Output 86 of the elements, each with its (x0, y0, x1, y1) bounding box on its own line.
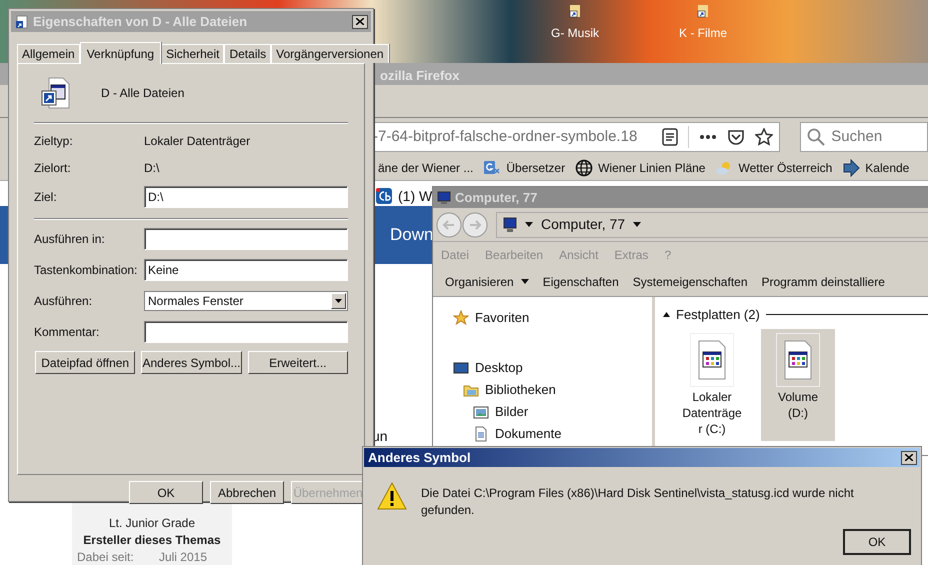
action-button[interactable]: Erweitert... (248, 351, 348, 374)
input-field[interactable]: Keine (144, 259, 348, 281)
pocket-icon (727, 129, 746, 145)
caret-icon (525, 222, 533, 227)
toolbar-button[interactable]: Systemeigenschaften (632, 272, 748, 290)
toolbar-button[interactable]: Programm deinstalliere (762, 272, 885, 290)
dialog-button[interactable]: Abbrechen (210, 481, 284, 504)
close-icon (905, 454, 913, 461)
shortcut-icon (569, 4, 581, 18)
role-text: Ersteller dieses Themas (83, 532, 221, 548)
drive-item[interactable]: Volume (D:) (761, 328, 835, 440)
tree-item[interactable]: Dokumente (473, 425, 652, 443)
ok-button[interactable]: OK (843, 529, 911, 555)
shortcut-icon (41, 77, 71, 109)
field-label: Ausführen: (34, 293, 94, 310)
bookmark-link[interactable]: Wiener Linien Pläne (598, 159, 706, 177)
close-button[interactable] (901, 450, 917, 464)
reader-view-icon (662, 128, 678, 146)
label-text: Dabei seit: (77, 549, 134, 565)
dropdown-field[interactable]: Normales Fenster (144, 291, 348, 311)
tree-item[interactable]: Favoriten (453, 309, 652, 327)
input-field[interactable] (144, 228, 348, 250)
date-text: Juli 2015 (158, 549, 208, 565)
field-value: Lokaler Datenträger (144, 133, 250, 150)
group-header[interactable]: Festplatten (2) (663, 305, 760, 324)
bookmark-link[interactable]: Übersetzer (506, 159, 566, 177)
tab[interactable]: Sicherheit (161, 44, 224, 63)
tab[interactable]: Vorgängerversionen (271, 44, 389, 63)
field-label: Kommentar: (34, 324, 100, 341)
bookmark-link[interactable]: äne der Wiener ... (378, 159, 474, 177)
caret-icon (633, 222, 642, 227)
globe-icon (575, 159, 594, 177)
drive-icon (776, 332, 820, 386)
close-icon (356, 18, 364, 25)
tree-item[interactable]: Desktop (453, 359, 652, 377)
shortcut-icon (697, 4, 709, 18)
bookmark-link[interactable]: Kalende (865, 159, 910, 177)
star-icon (453, 310, 469, 326)
search-field[interactable]: Suchen (800, 122, 928, 152)
desktop-icon-label[interactable]: G- Musik (551, 24, 599, 42)
field-value: D:\ (144, 160, 160, 177)
alert-message: Die Datei C:\Program Files (x86)\Hard Disk Sentinel\vista_statusg.icd wurde nicht gefunden. (421, 485, 855, 519)
dialog-button[interactable]: OK (129, 481, 203, 504)
shortcut-name: D - Alle Dateien (101, 85, 184, 102)
input-field[interactable] (144, 321, 348, 343)
caret-icon (520, 279, 529, 284)
drive-icon (690, 332, 734, 386)
action-button[interactable]: Anderes Symbol... (141, 351, 242, 374)
field-label: Zielort: (34, 160, 72, 177)
translate-icon (483, 159, 502, 177)
more-dots-icon (699, 134, 718, 140)
tab[interactable]: Verknüpfung (80, 42, 162, 64)
search-icon (807, 128, 826, 146)
address-bar[interactable]: Computer, 77 (496, 212, 928, 238)
rank-text: Lt. Junior Grade (108, 515, 196, 531)
tree-item[interactable]: Bibliotheken (463, 381, 652, 399)
warning-icon (377, 482, 407, 510)
banner-text[interactable]: Down (390, 222, 434, 248)
tab[interactable]: Details (224, 44, 272, 63)
window-title: Eigenschaften von D - Alle Dateien (33, 12, 248, 31)
caret-icon (335, 299, 342, 303)
triangle-icon (663, 312, 670, 318)
field-label: Ausführen in: (34, 231, 106, 248)
shortcut-icon (15, 14, 29, 28)
tree-item[interactable]: Bilder (473, 403, 652, 421)
toolbar-button[interactable]: Eigenschaften (542, 272, 619, 290)
desktop-icon (453, 360, 469, 376)
cb-logo-icon (376, 188, 392, 204)
picture-icon (473, 404, 489, 420)
input-field[interactable]: D:\ (144, 186, 348, 208)
toolbar-button[interactable]: Organisieren (445, 272, 529, 290)
arrow-icon (842, 159, 860, 177)
field-label: Zieltyp: (34, 133, 74, 150)
window-title: Anderes Symbol (368, 448, 472, 467)
bookmark-link[interactable]: Wetter Österreich (738, 159, 832, 177)
star-icon (755, 128, 774, 146)
field-label: Tastenkombination: (34, 262, 138, 279)
close-button[interactable] (352, 14, 368, 28)
action-button[interactable]: Dateipfad öffnen (35, 351, 136, 374)
computer-icon (437, 190, 451, 204)
window-title: ozilla Firefox (380, 67, 460, 85)
tab[interactable]: Allgemein (17, 44, 80, 63)
computer-icon (501, 216, 517, 232)
document-icon (473, 426, 489, 442)
field-label: Ziel: (34, 189, 58, 206)
window-title: Computer, 77 (455, 188, 538, 207)
